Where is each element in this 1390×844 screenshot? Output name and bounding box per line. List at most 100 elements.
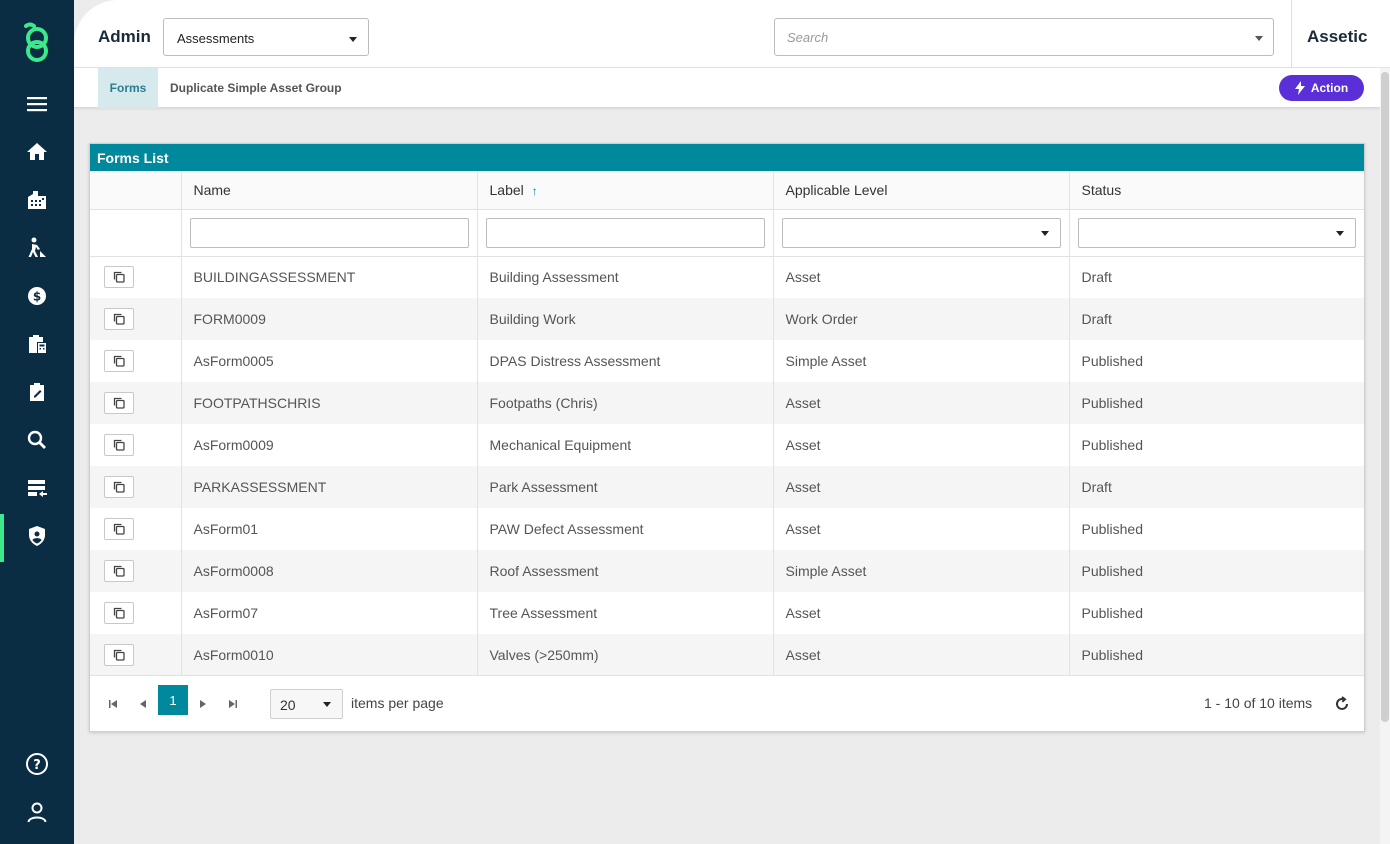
- breadcrumb[interactable]: Duplicate Simple Asset Group: [170, 81, 342, 95]
- name-cell: AsForm0010: [180, 634, 477, 676]
- column-header-actions: [90, 171, 181, 210]
- copy-icon: [113, 397, 125, 409]
- label-cell: Tree Assessment: [476, 592, 773, 634]
- duplicate-button[interactable]: [104, 434, 134, 456]
- row-actions-cell: [90, 382, 181, 424]
- duplicate-button[interactable]: [104, 266, 134, 289]
- duplicate-button[interactable]: [104, 518, 134, 540]
- status-cell: Draft: [1068, 466, 1364, 508]
- admin-shield-icon[interactable]: [0, 514, 74, 562]
- action-button-label: Action: [1310, 81, 1349, 95]
- status-cell: Published: [1068, 550, 1364, 592]
- row-actions-cell: [90, 550, 181, 592]
- row-actions-cell: [90, 634, 181, 676]
- last-page-icon[interactable]: [227, 698, 239, 710]
- table-row[interactable]: FORM0009 Building Work Work Order Draft: [90, 298, 1364, 340]
- assessment-icon[interactable]: [0, 370, 74, 414]
- data-transfer-icon[interactable]: [0, 466, 74, 510]
- name-cell: AsForm0009: [180, 424, 477, 466]
- filter-cell: [180, 209, 477, 257]
- column-header-label[interactable]: Label ↑: [476, 171, 773, 210]
- duplicate-button[interactable]: [104, 392, 134, 414]
- row-actions-cell: [90, 298, 181, 340]
- status-cell: Published: [1068, 340, 1364, 382]
- table-row[interactable]: AsForm01 PAW Defect Assessment Asset Publis…: [90, 508, 1364, 550]
- duplicate-button[interactable]: [104, 560, 134, 582]
- applicable-level-cell: Asset: [772, 382, 1069, 424]
- finance-icon[interactable]: $: [0, 274, 74, 318]
- row-actions-cell: [90, 592, 181, 634]
- column-header-name[interactable]: Name: [180, 171, 477, 210]
- label-filter-input[interactable]: [485, 217, 765, 248]
- sort-ascending-icon: ↑: [531, 183, 538, 198]
- column-header-label: Status: [1081, 181, 1122, 198]
- applicable-level-cell: Asset: [772, 634, 1069, 676]
- table-row[interactable]: AsForm0005 DPAS Distress Assessment Simple…: [90, 340, 1364, 382]
- row-actions-cell: [90, 424, 181, 466]
- duplicate-button[interactable]: [104, 308, 134, 330]
- name-cell: PARKASSESSMENT: [180, 466, 477, 508]
- tab-forms[interactable]: Forms: [98, 68, 158, 108]
- page-size-dropdown[interactable]: 20: [270, 689, 343, 719]
- refresh-icon[interactable]: [1334, 696, 1350, 712]
- copy-icon: [113, 313, 125, 325]
- status-cell: Published: [1068, 424, 1364, 466]
- worker-icon[interactable]: [0, 226, 74, 270]
- help-icon[interactable]: ?: [0, 742, 74, 786]
- applicable-level-cell: Asset: [772, 466, 1069, 508]
- table-row[interactable]: BUILDINGASSESSMENT Building Assessment Ass…: [90, 256, 1364, 298]
- page-size-value: 20: [280, 697, 296, 713]
- name-cell: AsForm07: [180, 592, 477, 634]
- applicable-level-cell: Simple Asset: [772, 340, 1069, 382]
- table-row[interactable]: AsForm07 Tree Assessment Asset Published: [90, 592, 1364, 634]
- search-combobox[interactable]: [774, 18, 1274, 56]
- user-icon[interactable]: [0, 790, 74, 834]
- duplicate-button[interactable]: [104, 476, 134, 498]
- search-input[interactable]: [787, 28, 1227, 46]
- column-header-status[interactable]: Status: [1068, 171, 1364, 210]
- level-filter-dropdown[interactable]: [781, 217, 1061, 248]
- table-row[interactable]: PARKASSESSMENT Park Assessment Asset Draft: [90, 466, 1364, 508]
- action-button[interactable]: Action: [1279, 75, 1364, 101]
- table-row[interactable]: AsForm0010 Valves (>250mm) Asset Published: [90, 634, 1364, 676]
- pager: 1 20 items per page 1 - 10 of 10 items: [90, 675, 1364, 731]
- current-page-button[interactable]: 1: [158, 685, 188, 715]
- table-row[interactable]: FOOTPATHSCHRIS Footpaths (Chris) Asset Publ…: [90, 382, 1364, 424]
- table-row[interactable]: AsForm0008 Roof Assessment Simple Asset Pub…: [90, 550, 1364, 592]
- building-icon[interactable]: [0, 178, 74, 222]
- status-filter-dropdown[interactable]: [1077, 217, 1356, 248]
- status-cell: Draft: [1068, 256, 1364, 298]
- chevron-down-icon[interactable]: [1255, 36, 1263, 41]
- home-icon[interactable]: [0, 130, 74, 174]
- menu-icon[interactable]: [0, 82, 74, 126]
- search-icon[interactable]: [0, 418, 74, 462]
- applicable-level-cell: Asset: [772, 508, 1069, 550]
- filter-row: [90, 209, 1364, 257]
- page-size-label: items per page: [351, 695, 444, 711]
- chevron-down-icon: [1335, 230, 1344, 236]
- module-dropdown[interactable]: Assessments: [163, 18, 369, 56]
- duplicate-button[interactable]: [104, 350, 134, 372]
- label-cell: Valves (>250mm): [476, 634, 773, 676]
- assetic-logo[interactable]: [20, 22, 54, 62]
- brand-name: Assetic: [1307, 27, 1368, 46]
- copy-icon: [113, 607, 125, 619]
- section-title: Admin: [98, 27, 151, 46]
- scrollbar-thumb[interactable]: [1381, 72, 1389, 722]
- label-cell: Mechanical Equipment: [476, 424, 773, 466]
- duplicate-button[interactable]: [104, 644, 134, 666]
- page-scrollbar[interactable]: [1380, 68, 1390, 844]
- previous-page-icon[interactable]: [137, 698, 149, 710]
- name-cell: AsForm01: [180, 508, 477, 550]
- first-page-icon[interactable]: [107, 698, 119, 710]
- name-cell: AsForm0008: [180, 550, 477, 592]
- clipboard-calculator-icon[interactable]: [0, 322, 74, 366]
- column-header-applicable-level[interactable]: Applicable Level: [772, 171, 1069, 210]
- duplicate-button[interactable]: [104, 602, 134, 624]
- next-page-icon[interactable]: [197, 698, 209, 710]
- label-cell: Footpaths (Chris): [476, 382, 773, 424]
- name-filter-input[interactable]: [189, 217, 469, 248]
- table-row[interactable]: AsForm0009 Mechanical Equipment Asset Publi…: [90, 424, 1364, 466]
- divider: [1291, 0, 1292, 68]
- filter-cell: [90, 209, 181, 257]
